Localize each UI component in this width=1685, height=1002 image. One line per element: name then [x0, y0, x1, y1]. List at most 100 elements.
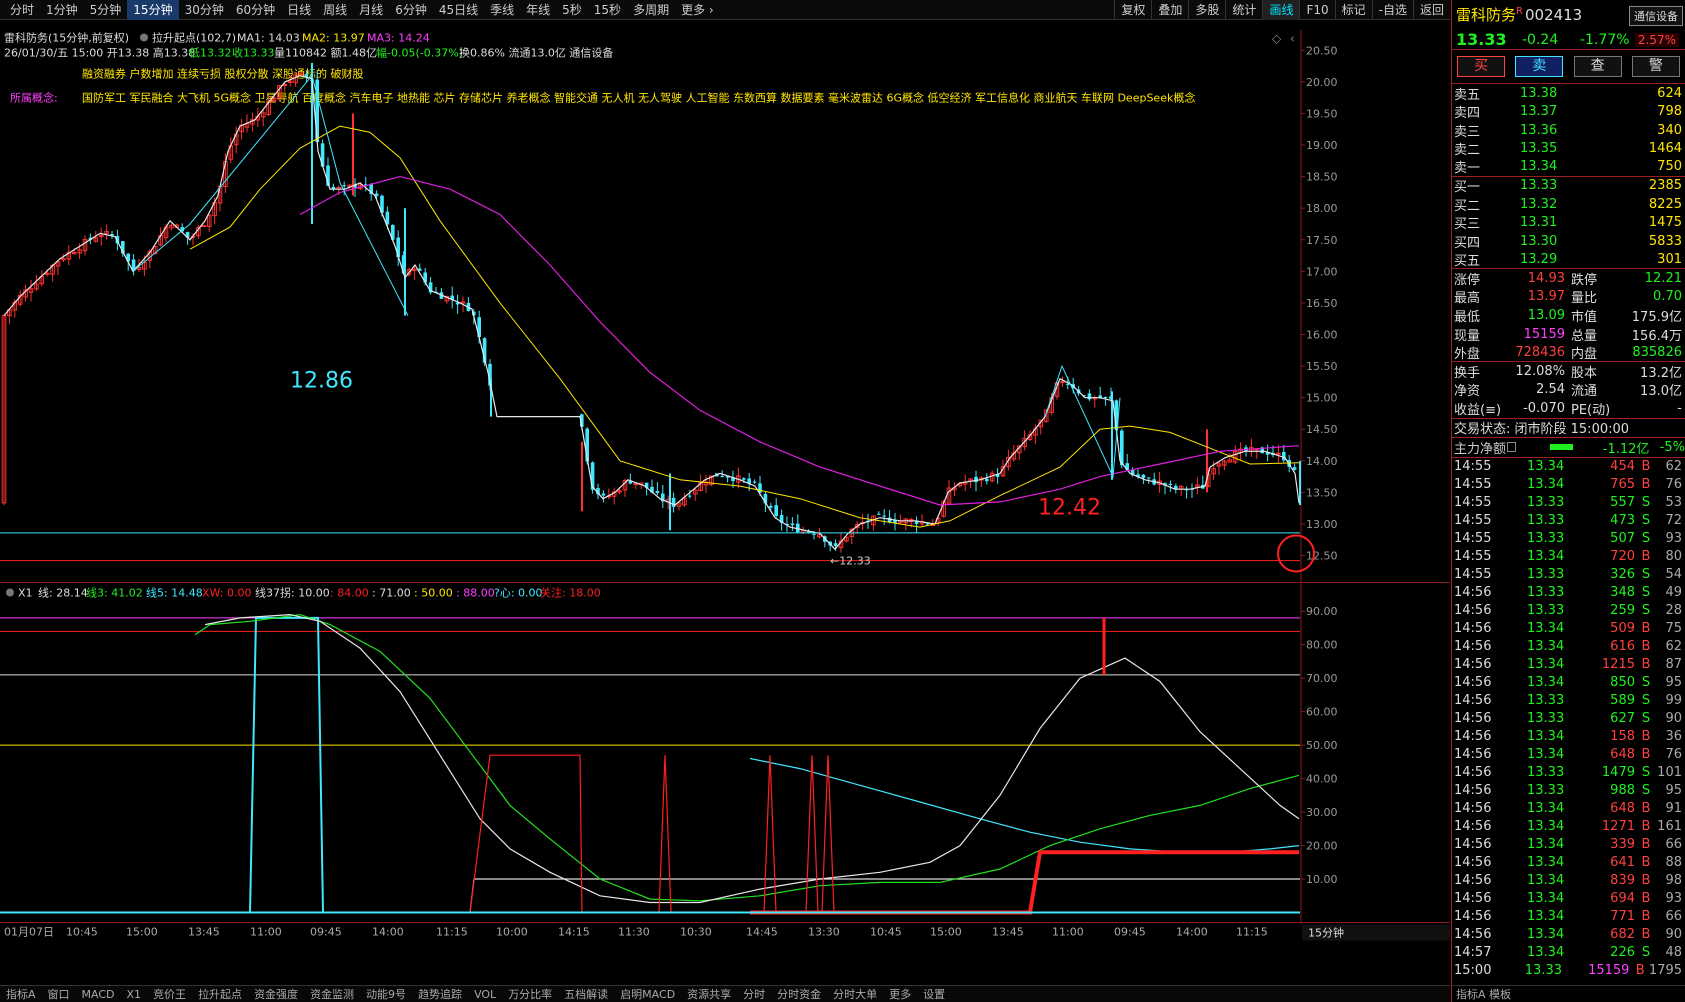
- order-book-row[interactable]: 买三 13.31 1475: [1452, 214, 1685, 232]
- indicator-tab-9[interactable]: 趋势追踪: [412, 986, 468, 1002]
- tick-count: 91: [1665, 801, 1682, 817]
- collapse-up-icon[interactable]: ◇: [1272, 32, 1282, 46]
- period-tab-8[interactable]: 月线: [353, 0, 389, 20]
- tool-button-1[interactable]: 叠加: [1151, 0, 1188, 20]
- period-tab-10[interactable]: 45日线: [433, 0, 484, 20]
- period-tab-5[interactable]: 60分钟: [230, 0, 281, 20]
- indicator-tab-16[interactable]: 分时资金: [771, 986, 827, 1002]
- indicator-tab-8[interactable]: 动能9号: [360, 986, 412, 1002]
- time-tick-label: 13:45: [992, 926, 1024, 939]
- order-label: 卖四: [1454, 106, 1481, 122]
- order-label: 买二: [1454, 198, 1481, 214]
- period-tab-15[interactable]: 多周期: [627, 0, 675, 20]
- indicator-tab-2[interactable]: MACD: [76, 988, 121, 1001]
- tool-button-3[interactable]: 统计: [1225, 0, 1262, 20]
- tick-side: B: [1641, 639, 1651, 655]
- sector-badge[interactable]: 通信设备: [1629, 6, 1683, 26]
- indicator-tab-4[interactable]: 竞价王: [147, 986, 192, 1002]
- alert-button[interactable]: 警: [1631, 56, 1680, 77]
- indicator-tab-19[interactable]: 设置: [917, 986, 951, 1002]
- indicator-settings-icon[interactable]: [140, 33, 148, 42]
- candle: [1249, 438, 1254, 457]
- sub-settings-icon[interactable]: [6, 588, 14, 597]
- price-tick-label: 16.00: [1306, 329, 1338, 342]
- tool-button-2[interactable]: 多股: [1188, 0, 1225, 20]
- indicator-tab-17[interactable]: 分时大单: [827, 986, 883, 1002]
- tool-button-4[interactable]: 画线: [1262, 0, 1300, 20]
- tick-row: 14:56 13.33 348 S 49: [1452, 584, 1685, 602]
- candle: [439, 287, 444, 299]
- period-tab-6[interactable]: 日线: [281, 0, 317, 20]
- order-volume: 1475: [1648, 215, 1682, 231]
- indicator-tab-6[interactable]: 资金强度: [248, 986, 304, 1002]
- tick-row: 14:55 13.33 507 S 93: [1452, 530, 1685, 548]
- main-flow-toggle-icon[interactable]: [1507, 442, 1517, 453]
- tick-price: 13.34: [1527, 639, 1565, 655]
- sub-axis-label: 60.00: [1306, 706, 1338, 719]
- indicator-tab-10[interactable]: VOL: [468, 988, 502, 1001]
- indicator-tab-1[interactable]: 窗口: [42, 986, 76, 1002]
- tool-button-7[interactable]: -自选: [1371, 0, 1413, 20]
- sub-header-value: ?心: 0.00: [494, 587, 543, 600]
- query-button[interactable]: 查: [1573, 56, 1622, 77]
- order-book-row[interactable]: 卖三 13.36 340: [1452, 121, 1685, 140]
- tick-side: B: [1641, 729, 1651, 745]
- tick-side: B: [1641, 855, 1651, 871]
- indicator-tab-7[interactable]: 资金监测: [304, 986, 360, 1002]
- tool-button-5[interactable]: F10: [1299, 0, 1334, 20]
- period-tab-2[interactable]: 5分钟: [84, 0, 128, 20]
- indicator-tab-18[interactable]: 更多: [883, 986, 917, 1002]
- indicator-tab-14[interactable]: 资源共享: [681, 986, 737, 1002]
- sub-header: X1 线: 28.14线3: 41.02 线5: 14.48 XW: 0.00 线37拐…: [6, 586, 601, 600]
- sell-button[interactable]: 卖: [1515, 56, 1564, 77]
- period-tab-0[interactable]: 分时: [4, 0, 40, 20]
- signal-spike: [658, 755, 672, 913]
- tick-time: 14:55: [1454, 477, 1492, 493]
- period-tab-12[interactable]: 年线: [520, 0, 556, 20]
- period-tab-1[interactable]: 1分钟: [40, 0, 84, 20]
- indicator-tab-15[interactable]: 分时: [737, 986, 771, 1002]
- indicator-tab-11[interactable]: 万分比率: [502, 986, 558, 1002]
- order-book-row[interactable]: 卖二 13.35 1464: [1452, 140, 1685, 158]
- tick-list[interactable]: 14:55 13.34 454 B 62 14:55 13.34 765 B 76 14:55 13.…: [1452, 458, 1685, 980]
- tick-count: 76: [1665, 747, 1682, 763]
- bar-turnover: 换0.86% 流通13.0亿 通信设备: [459, 46, 613, 60]
- period-tab-14[interactable]: 15秒: [588, 0, 627, 20]
- buy-button[interactable]: 买: [1457, 56, 1506, 77]
- order-book-row[interactable]: 买二 13.32 8225: [1452, 195, 1685, 214]
- indicator-tab-0[interactable]: 指标A: [0, 986, 42, 1002]
- period-tab-4[interactable]: 30分钟: [179, 0, 230, 20]
- order-book-row[interactable]: 卖一 13.34 750: [1452, 158, 1685, 177]
- period-tab-3[interactable]: 15分钟: [127, 0, 179, 20]
- kline-chart[interactable]: 20.50 20.00 19.50 19.00 18.50 18.00 17.50 17.00…: [0, 21, 1450, 1002]
- order-book-row[interactable]: 买四 13.30 5833: [1452, 232, 1685, 251]
- candle: [228, 137, 234, 164]
- period-tab-11[interactable]: 季线: [484, 0, 520, 20]
- order-book-row[interactable]: 买一 13.33 2385: [1452, 177, 1685, 195]
- expand-icon[interactable]: ‹: [1290, 32, 1295, 46]
- price-tick-label: 18.00: [1306, 202, 1338, 215]
- tick-volume: 1479: [1601, 765, 1635, 781]
- period-tab-7[interactable]: 周线: [317, 0, 353, 20]
- order-book-row[interactable]: 卖五 13.38 624: [1452, 84, 1685, 103]
- tool-button-0[interactable]: 复权: [1114, 0, 1151, 20]
- indicator-tab-12[interactable]: 五档解读: [558, 986, 614, 1002]
- order-book-row[interactable]: 买五 13.29 301: [1452, 251, 1685, 269]
- period-tab-13[interactable]: 5秒: [556, 0, 588, 20]
- tick-count: 95: [1665, 783, 1682, 799]
- period-tab-16[interactable]: 更多 ›: [675, 0, 720, 20]
- tool-button-8[interactable]: 返回: [1412, 0, 1450, 20]
- chart-header: 雷科防务(15分钟,前复权) 拉升起点(102,7) MA1: 14.03 MA2: …: [4, 31, 1295, 105]
- stat-label: 股本: [1571, 365, 1598, 381]
- period-badge[interactable]: 15分钟: [1308, 926, 1344, 940]
- indicator-tab-5[interactable]: 拉升起点: [192, 986, 248, 1002]
- stat-row: 外盘 728436 内盘 835826: [1452, 343, 1685, 362]
- order-book-row[interactable]: 卖四 13.37 798: [1452, 103, 1685, 122]
- indicator-tab-3[interactable]: X1: [121, 988, 148, 1001]
- stat-value: 156.4万: [1631, 328, 1682, 344]
- tool-button-6[interactable]: 标记: [1334, 0, 1372, 20]
- tick-time: 15:00: [1454, 963, 1492, 979]
- indicator-tab-13[interactable]: 启明MACD: [614, 986, 681, 1002]
- period-tab-9[interactable]: 6分钟: [389, 0, 433, 20]
- candle: [1195, 477, 1200, 495]
